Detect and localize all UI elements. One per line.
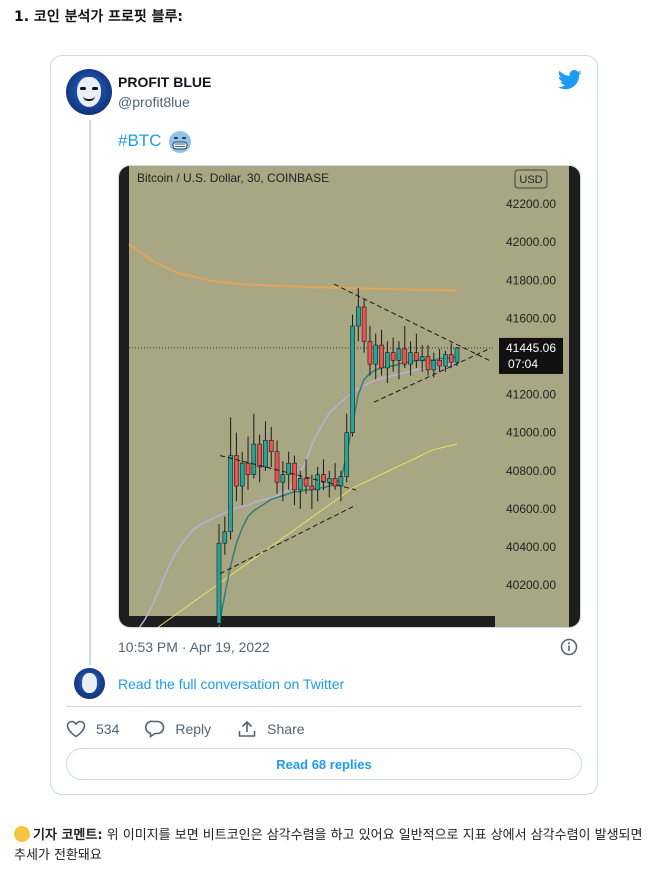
candle-body (228, 455, 233, 533)
candle-body (448, 354, 454, 363)
candle-body (350, 325, 355, 433)
y-tick-label: 41200.00 (506, 388, 556, 402)
candle-body (431, 360, 437, 371)
chart-title: Bitcoin / U.S. Dollar, 30, COINBASE (137, 171, 329, 185)
candle-body (379, 344, 384, 369)
display-name[interactable]: PROFIT BLUE (118, 74, 211, 90)
twitter-bird-icon[interactable] (558, 70, 582, 90)
tweet-actions: 534 Reply Share (66, 716, 331, 742)
user-handle[interactable]: @profit8lue (118, 94, 190, 110)
candle-body (245, 462, 251, 475)
info-icon[interactable] (560, 638, 578, 656)
comment-text: 위 이미지를 보면 비트코인은 삼각수렴을 하고 있어요 일반적으로 지표 상에… (14, 828, 643, 863)
candle-body (280, 474, 286, 483)
candle-body (443, 354, 448, 367)
candle-body (396, 348, 402, 361)
candle-body (390, 352, 396, 361)
candle-body (303, 478, 309, 487)
candle-body (361, 306, 367, 342)
candle-body (239, 462, 245, 487)
y-tick-label: 41800.00 (506, 273, 556, 287)
candle-body (402, 348, 408, 365)
candle-body (309, 485, 315, 491)
candle-body (437, 360, 442, 367)
candle-body (408, 352, 413, 365)
face-with-mask-emoji (169, 131, 191, 153)
candle-body (257, 443, 262, 468)
candle-body (297, 478, 303, 491)
chart-plot-area (129, 166, 495, 616)
candle-body (292, 462, 297, 491)
y-tick-label: 40600.00 (506, 502, 556, 516)
reply-icon (145, 720, 165, 738)
currency-label: USD (519, 174, 542, 186)
read-conversation-link[interactable]: Read the full conversation on Twitter (118, 676, 344, 692)
avatar-eyes (80, 87, 98, 91)
y-tick-label: 42200.00 (506, 197, 556, 211)
candle-body (263, 440, 268, 468)
share-icon (238, 720, 256, 737)
y-tick-label: 41600.00 (506, 311, 556, 325)
candle-body (373, 344, 379, 365)
y-tick-label: 42000.00 (506, 235, 556, 249)
candle-body (251, 443, 257, 475)
candle-body (326, 478, 332, 483)
hashtag-link[interactable]: #BTC (118, 131, 161, 151)
y-tick-label: 40200.00 (506, 578, 556, 592)
candle-body (414, 352, 419, 361)
countdown: 07:04 (508, 357, 538, 371)
article-heading: 1. 코인 분석가 프로핏 블루: (14, 9, 183, 25)
y-tick-label: 41000.00 (506, 426, 556, 440)
candle-body (268, 440, 274, 453)
avatar-mask-face (77, 77, 101, 107)
share-button[interactable]: Share (237, 720, 305, 738)
candle-body (216, 542, 222, 624)
chart-right-edge (569, 166, 580, 627)
candle-body (274, 451, 280, 483)
candle-body (385, 352, 390, 369)
reporter-comment: 기자 코멘트: 위 이미지를 보면 비트코인은 삼각수렴을 하고 있어요 일반적… (14, 826, 644, 866)
y-tick-label: 40400.00 (506, 540, 556, 554)
read-replies-button[interactable]: Read 68 replies (66, 748, 582, 780)
btc-candlestick-chart: Bitcoin / U.S. Dollar, 30, COINBASE USD … (119, 166, 580, 627)
candle-body (454, 347, 460, 363)
candle-body (419, 356, 425, 361)
candle-body (315, 474, 320, 491)
candle-body (222, 531, 228, 544)
candle-body (344, 432, 350, 477)
thread-line (89, 120, 91, 665)
tweet-timestamp[interactable]: 10:53 PM · Apr 19, 2022 (118, 639, 270, 655)
reply-button[interactable]: Reply (145, 720, 211, 738)
chart-image[interactable]: Bitcoin / U.S. Dollar, 30, COINBASE USD … (118, 165, 581, 628)
candle-body (425, 356, 431, 371)
thinking-face-icon (14, 826, 30, 842)
candle-body (367, 340, 373, 365)
y-tick-label: 40800.00 (506, 464, 556, 478)
comment-label: 기자 코멘트: (33, 828, 103, 843)
share-label: Share (267, 721, 305, 737)
like-count: 534 (96, 721, 120, 737)
candle-body (356, 306, 361, 327)
candle-body (338, 476, 344, 487)
small-avatar[interactable] (74, 668, 105, 699)
avatar[interactable] (66, 69, 112, 115)
reply-label: Reply (175, 721, 212, 737)
heart-icon (66, 720, 86, 738)
like-button[interactable]: 534 (66, 720, 119, 738)
divider (66, 706, 582, 707)
current-price: 41445.06 (506, 341, 556, 355)
current-price-tag: 41445.06 07:04 (499, 337, 563, 374)
